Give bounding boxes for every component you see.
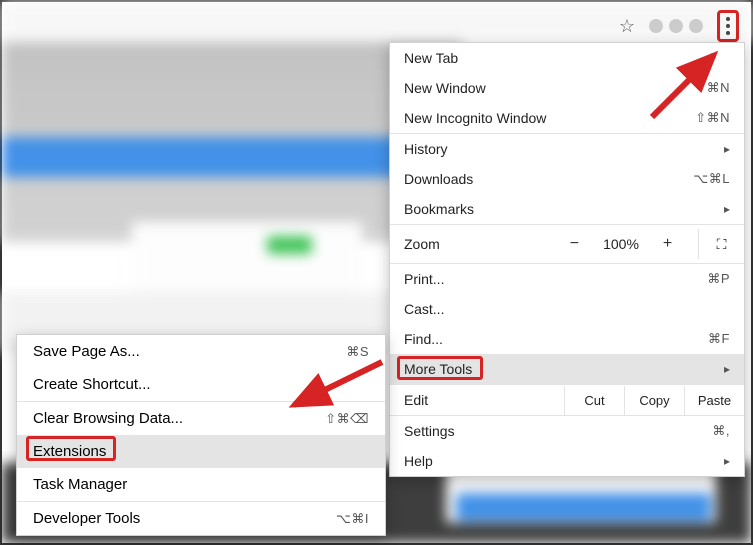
chevron-right-icon: ▸ — [724, 202, 730, 216]
cut-button[interactable]: Cut — [564, 386, 624, 415]
submenu-save-page[interactable]: Save Page As...⌘S — [17, 335, 385, 368]
more-tools-submenu: Save Page As...⌘S Create Shortcut... Cle… — [16, 334, 386, 536]
menu-bookmarks[interactable]: Bookmarks▸ — [390, 194, 744, 224]
submenu-create-shortcut[interactable]: Create Shortcut... — [17, 368, 385, 401]
zoom-value: 100% — [603, 236, 639, 252]
zoom-in-button[interactable]: + — [657, 235, 678, 253]
shortcut: ⌘F — [708, 331, 730, 347]
menu-edit: Edit Cut Copy Paste — [390, 385, 744, 415]
menu-find[interactable]: Find...⌘F — [390, 324, 744, 354]
bookmark-star-icon[interactable]: ☆ — [619, 16, 635, 37]
paste-button[interactable]: Paste — [684, 386, 744, 415]
kebab-highlight — [717, 10, 739, 42]
shortcut: ⇧⌘⌫ — [325, 411, 369, 427]
extension-icon[interactable] — [669, 19, 683, 33]
submenu-dev-tools[interactable]: Developer Tools⌥⌘I — [17, 502, 385, 535]
browser-toolbar: ☆ — [613, 6, 745, 46]
chrome-main-menu: New Tab New Window⌘N New Incognito Windo… — [389, 42, 745, 477]
submenu-extensions[interactable]: Extensions — [17, 435, 385, 468]
zoom-out-button[interactable]: − — [564, 235, 585, 253]
menu-history[interactable]: History▸ — [390, 134, 744, 164]
shortcut: ⇧⌘N — [695, 110, 730, 126]
fullscreen-icon[interactable]: ⛶ — [717, 236, 727, 253]
zoom-label: Zoom — [404, 236, 544, 252]
extension-icon[interactable] — [649, 19, 663, 33]
menu-new-window[interactable]: New Window⌘N — [390, 73, 744, 103]
extension-icon[interactable] — [689, 19, 703, 33]
shortcut: ⌥⌘I — [336, 511, 369, 527]
menu-downloads[interactable]: Downloads⌥⌘L — [390, 164, 744, 194]
menu-incognito[interactable]: New Incognito Window⇧⌘N — [390, 103, 744, 133]
copy-button[interactable]: Copy — [624, 386, 684, 415]
menu-new-tab[interactable]: New Tab — [390, 43, 744, 73]
chevron-right-icon: ▸ — [724, 362, 730, 376]
chrome-menu-button[interactable] — [726, 17, 730, 35]
shortcut: ⌥⌘L — [693, 171, 730, 187]
menu-more-tools[interactable]: More Tools▸ — [390, 354, 744, 384]
chevron-right-icon: ▸ — [724, 454, 730, 468]
shortcut: ⌘P — [707, 271, 730, 287]
menu-settings[interactable]: Settings⌘, — [390, 416, 744, 446]
submenu-clear-data[interactable]: Clear Browsing Data...⇧⌘⌫ — [17, 402, 385, 435]
menu-print[interactable]: Print...⌘P — [390, 264, 744, 294]
shortcut: ⌘, — [712, 423, 730, 439]
menu-zoom: Zoom − 100% + ⛶ — [390, 225, 744, 263]
edit-label: Edit — [390, 385, 564, 415]
shortcut: ⌘N — [707, 80, 730, 96]
menu-help[interactable]: Help▸ — [390, 446, 744, 476]
shortcut: ⌘S — [346, 344, 369, 360]
chevron-right-icon: ▸ — [724, 142, 730, 156]
submenu-task-manager[interactable]: Task Manager — [17, 468, 385, 501]
menu-cast[interactable]: Cast... — [390, 294, 744, 324]
extension-icons — [649, 19, 703, 33]
